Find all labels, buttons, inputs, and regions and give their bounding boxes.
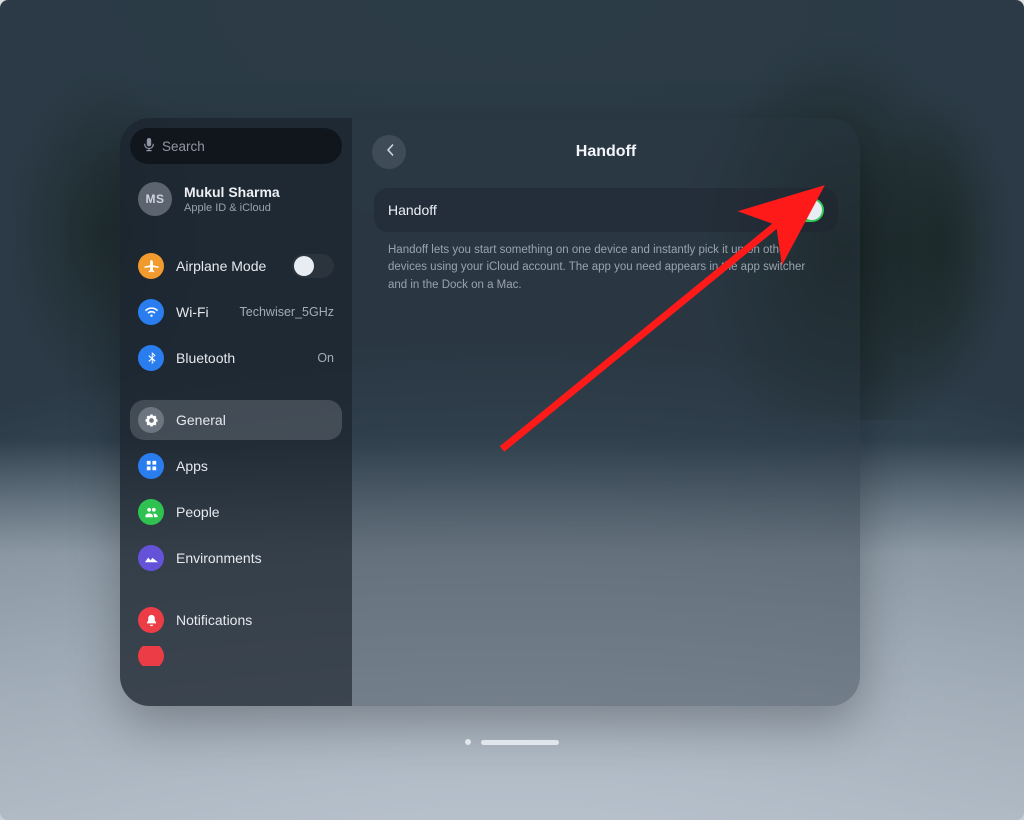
bluetooth-icon: [138, 345, 164, 371]
settings-window: Search MS Mukul Sharma Apple ID & iCloud…: [120, 118, 860, 706]
sidebar-item-label: People: [176, 504, 334, 520]
window-drag-handle[interactable]: [457, 738, 567, 746]
bluetooth-value: On: [317, 351, 334, 365]
search-placeholder: Search: [162, 139, 205, 154]
sidebar-item-people[interactable]: People: [130, 492, 342, 532]
account-sub: Apple ID & iCloud: [184, 202, 280, 214]
wifi-icon: [138, 299, 164, 325]
airplane-toggle[interactable]: [292, 254, 334, 278]
account-row[interactable]: MS Mukul Sharma Apple ID & iCloud: [130, 170, 342, 224]
handle-bar: [481, 740, 559, 745]
gear-icon: [138, 407, 164, 433]
settings-sidebar: Search MS Mukul Sharma Apple ID & iCloud…: [120, 118, 352, 706]
sidebar-item-wifi[interactable]: Wi-Fi Techwiser_5GHz: [130, 292, 342, 332]
sidebar-item-label: Apps: [176, 458, 334, 474]
sidebar-item-environments[interactable]: Environments: [130, 538, 342, 578]
sidebar-item-bluetooth[interactable]: Bluetooth On: [130, 338, 342, 378]
wifi-value: Techwiser_5GHz: [240, 305, 334, 319]
sidebar-item-airplane[interactable]: Airplane Mode: [130, 246, 342, 286]
search-input[interactable]: Search: [130, 128, 342, 164]
sidebar-item-general[interactable]: General: [130, 400, 342, 440]
handoff-description: Handoff lets you start something on one …: [372, 232, 840, 294]
chevron-left-icon: [385, 143, 394, 162]
avatar: MS: [138, 182, 172, 216]
bell-icon: [138, 607, 164, 633]
handoff-row[interactable]: Handoff: [374, 188, 838, 232]
airplane-icon: [138, 253, 164, 279]
partial-icon: [138, 646, 164, 666]
sidebar-item-label: Wi-Fi: [176, 304, 228, 320]
sidebar-item-label: Bluetooth: [176, 350, 305, 366]
page-title: Handoff: [372, 143, 840, 161]
sidebar-item-label: Airplane Mode: [176, 258, 280, 274]
account-name: Mukul Sharma: [184, 184, 280, 200]
handoff-toggle[interactable]: [782, 198, 824, 222]
environments-icon: [138, 545, 164, 571]
sidebar-item-notifications[interactable]: Notifications: [130, 600, 342, 640]
people-icon: [138, 499, 164, 525]
content-header: Handoff: [372, 132, 840, 172]
sidebar-item-label: Notifications: [176, 612, 334, 628]
sidebar-item-label: General: [176, 412, 334, 428]
handoff-label: Handoff: [388, 202, 437, 218]
apps-icon: [138, 453, 164, 479]
sidebar-item-partial[interactable]: [130, 646, 342, 666]
sidebar-item-label: Environments: [176, 550, 334, 566]
mic-icon: [144, 138, 154, 155]
handle-dot: [465, 739, 471, 745]
settings-content: Handoff Handoff Handoff lets you start s…: [352, 118, 860, 706]
sidebar-item-apps[interactable]: Apps: [130, 446, 342, 486]
back-button[interactable]: [372, 135, 406, 169]
